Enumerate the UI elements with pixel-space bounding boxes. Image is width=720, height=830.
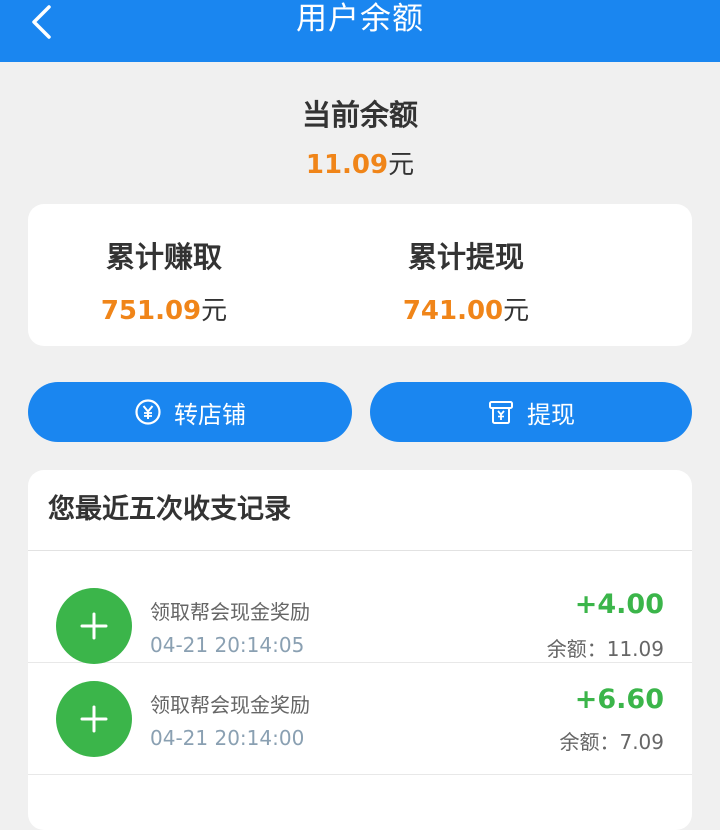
- total-earned: 累计赚取 751.09元: [0, 234, 330, 327]
- record-amount: +4.00: [574, 589, 664, 620]
- records-title: 您最近五次收支记录: [28, 470, 692, 551]
- records-card: 您最近五次收支记录 领取帮会现金奖励 04-21 20:14:05 +4.00 …: [28, 470, 692, 830]
- total-withdrawn: 累计提现 741.00元: [300, 234, 632, 327]
- total-withdrawn-unit: 元: [503, 296, 530, 326]
- total-earned-amount: 751.09: [100, 296, 202, 326]
- page-title: 用户余额: [296, 1, 424, 37]
- withdraw-icon: [489, 401, 513, 424]
- record-amount: +6.60: [574, 684, 664, 715]
- stats-card: 累计赚取 751.09元 累计提现 741.00元: [28, 204, 692, 346]
- total-withdrawn-label: 累计提现: [407, 240, 524, 274]
- withdraw-label: 提现: [527, 400, 575, 429]
- record-time: 04-21 20:14:05: [150, 633, 305, 657]
- total-earned-label: 累计赚取: [105, 240, 222, 274]
- current-balance-amount: 11.09: [305, 150, 389, 180]
- record-balance: 余额：7.09: [559, 730, 664, 754]
- total-earned-value: 751.09元: [0, 290, 330, 327]
- total-withdrawn-value: 741.00元: [300, 290, 632, 327]
- top-app-bar: 用户余额: [0, 0, 720, 62]
- current-balance-label: 当前余额: [301, 98, 418, 132]
- record-time: 04-21 20:14:00: [150, 726, 305, 750]
- withdraw-button[interactable]: 提现: [370, 382, 692, 442]
- income-plus-icon: [56, 588, 132, 664]
- total-withdrawn-amount: 741.00: [402, 296, 504, 326]
- yen-coin-icon: [135, 399, 161, 425]
- total-earned-unit: 元: [201, 296, 228, 326]
- record-row[interactable]: 领取帮会现金奖励 04-21 20:14:00 +6.60 余额：7.09: [28, 663, 692, 775]
- transfer-to-store-label: 转店铺: [174, 400, 246, 429]
- record-row[interactable]: 领取帮会现金奖励 04-21 20:14:05 +4.00 余额：11.09: [28, 551, 692, 664]
- transfer-to-store-button[interactable]: 转店铺: [28, 382, 352, 442]
- current-balance-unit: 元: [388, 150, 415, 180]
- record-description: 领取帮会现金奖励: [150, 693, 310, 717]
- income-plus-icon: [56, 681, 132, 757]
- current-balance: 11.09元: [0, 144, 720, 181]
- record-balance: 余额：11.09: [546, 637, 664, 661]
- record-description: 领取帮会现金奖励: [150, 600, 310, 624]
